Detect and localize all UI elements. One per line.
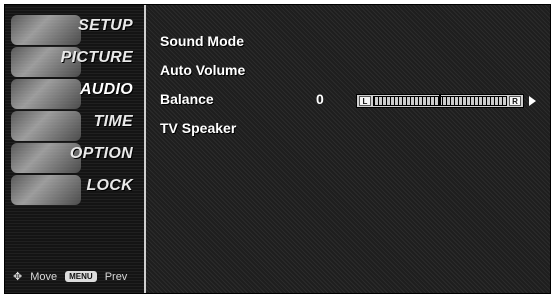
menu-item-time[interactable]: TIME xyxy=(94,113,133,131)
audio-thumbnail xyxy=(11,79,81,109)
audio-settings-panel: Sound Mode Auto Volume Balance TV Speake… xyxy=(146,5,550,293)
balance-slider[interactable]: L R xyxy=(356,94,524,108)
lock-thumbnail xyxy=(11,175,81,205)
navigation-hint: ✥ Move MENU Prev xyxy=(13,270,128,284)
arrow-right-icon[interactable] xyxy=(529,96,536,106)
option-tv-speaker[interactable]: TV Speaker xyxy=(160,120,236,136)
balance-value: 0 xyxy=(316,91,324,107)
prev-hint-label: Prev xyxy=(104,270,128,283)
menu-key-icon: MENU xyxy=(65,271,97,282)
menu-item-option[interactable]: OPTION xyxy=(70,145,133,163)
move-hint-label: Move xyxy=(30,270,58,283)
menu-item-audio[interactable]: AUDIO xyxy=(80,81,133,99)
menu-item-lock[interactable]: LOCK xyxy=(86,177,133,195)
option-sound-mode[interactable]: Sound Mode xyxy=(160,33,244,49)
time-thumbnail xyxy=(11,111,81,141)
menu-item-picture[interactable]: PICTURE xyxy=(61,49,133,67)
tv-menu-screen: SETUP PICTURE AUDIO TIME OPTION LOCK ✥ M… xyxy=(4,4,551,294)
option-auto-volume[interactable]: Auto Volume xyxy=(160,62,245,78)
move-arrows-icon: ✥ xyxy=(13,271,23,283)
right-cap-icon: R xyxy=(509,96,521,106)
menu-item-setup[interactable]: SETUP xyxy=(78,17,133,35)
option-balance[interactable]: Balance xyxy=(160,91,214,107)
left-cap-icon: L xyxy=(359,96,371,106)
setup-thumbnail xyxy=(11,15,81,45)
balance-track[interactable] xyxy=(373,94,507,106)
left-menu-panel: SETUP PICTURE AUDIO TIME OPTION LOCK ✥ M… xyxy=(5,5,145,293)
balance-thumb[interactable] xyxy=(439,94,441,106)
